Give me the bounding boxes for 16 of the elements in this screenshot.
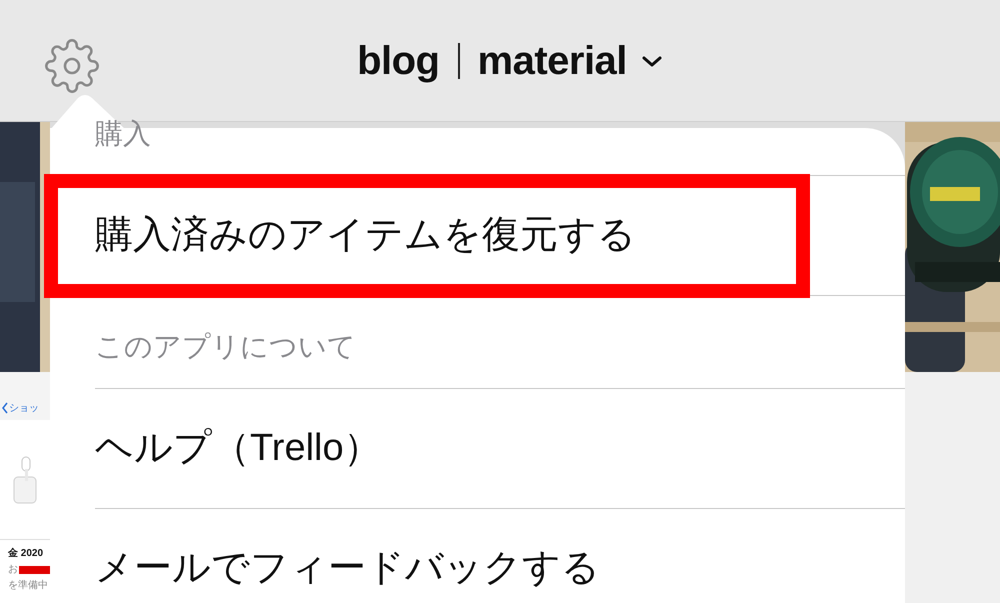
redaction-bar xyxy=(19,566,50,574)
back-label: ショッ xyxy=(9,402,39,416)
message-text: お xyxy=(8,563,18,577)
message-text: を準備中 xyxy=(8,578,49,593)
menu-item[interactable]: ヘルプ（Trello） xyxy=(95,420,382,477)
workspace-title: blog xyxy=(357,38,440,84)
section-header: このアプリについて xyxy=(95,330,356,364)
menu-item[interactable]: メールでフィードバックする xyxy=(95,540,600,597)
menu-item[interactable]: 購入済みのアイテムを復元する xyxy=(95,207,636,264)
settings-icon[interactable] xyxy=(44,38,100,94)
back-chevron-icon xyxy=(2,402,8,414)
board-title[interactable]: material xyxy=(478,30,627,90)
chevron-down-icon[interactable] xyxy=(640,54,663,68)
section-header: 購入 xyxy=(95,117,151,151)
date-text: 金 2020 xyxy=(8,546,44,561)
earbuds-case-drawing xyxy=(12,454,38,504)
